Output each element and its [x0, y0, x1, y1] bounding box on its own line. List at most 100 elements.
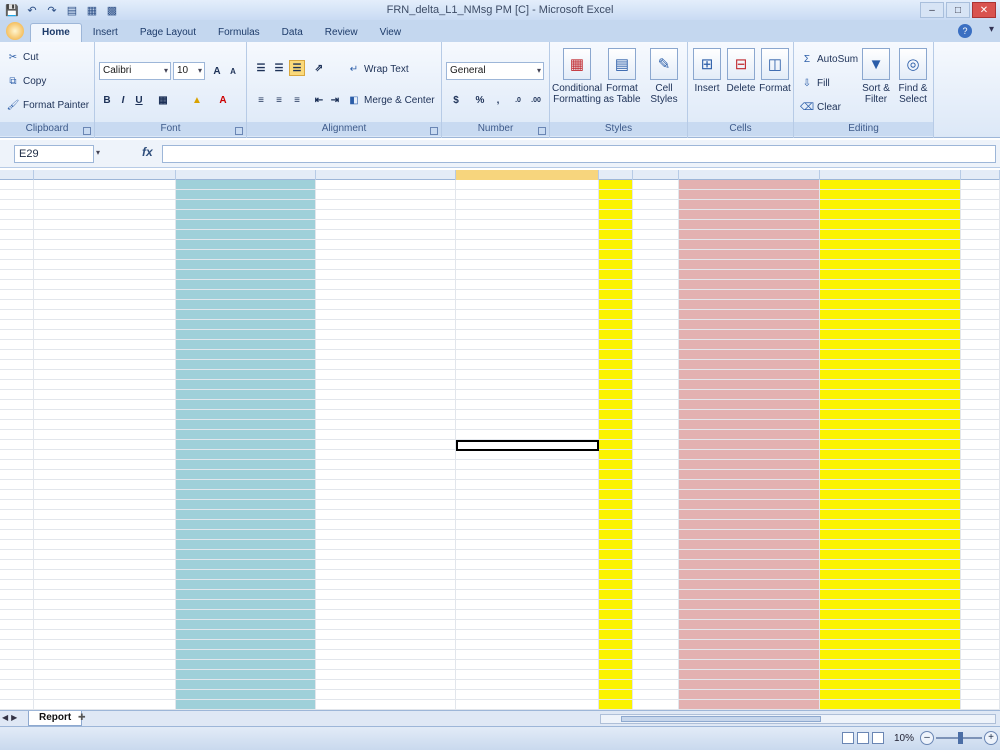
grid-cell[interactable] [961, 470, 1000, 480]
grid-cell[interactable] [456, 680, 599, 690]
grid-cell[interactable] [679, 210, 820, 220]
grid-cell[interactable] [961, 640, 1000, 650]
grid-cell[interactable] [316, 440, 456, 450]
formula-input[interactable] [162, 145, 996, 163]
grid-cell[interactable] [34, 650, 176, 660]
grid-cell[interactable] [820, 630, 961, 640]
grid-cell[interactable] [456, 340, 599, 350]
grid-cell[interactable] [176, 400, 316, 410]
grid-cell[interactable] [961, 200, 1000, 210]
grid-cell[interactable] [456, 620, 599, 630]
grid-cell[interactable] [820, 410, 961, 420]
grid-cell[interactable] [456, 640, 599, 650]
grid-cell[interactable] [176, 330, 316, 340]
grid-cell[interactable] [0, 450, 34, 460]
grid-cell[interactable] [961, 580, 1000, 590]
align-center-icon[interactable]: ≡ [271, 92, 287, 108]
grid-cell[interactable] [679, 510, 820, 520]
fill-color-icon[interactable]: ▲ [189, 92, 205, 108]
grid-cell[interactable] [0, 660, 34, 670]
grid-cell[interactable] [456, 580, 599, 590]
grid-cell[interactable] [633, 310, 679, 320]
grid-cell[interactable] [176, 520, 316, 530]
grow-font-icon[interactable]: A [209, 63, 225, 79]
grid-cell[interactable] [456, 500, 599, 510]
shrink-font-icon[interactable]: A [225, 63, 241, 79]
grid-cell[interactable] [34, 360, 176, 370]
grid-cell[interactable] [961, 270, 1000, 280]
grid-cell[interactable] [633, 280, 679, 290]
column-header[interactable] [0, 170, 34, 180]
grid-cell[interactable] [34, 330, 176, 340]
grid-cell[interactable] [316, 180, 456, 190]
grid-cell[interactable] [34, 420, 176, 430]
grid-cell[interactable] [316, 360, 456, 370]
number-format-select[interactable]: General ▾ [446, 62, 544, 80]
clear-button[interactable]: ⌫ Clear [800, 100, 841, 114]
sheet-tab-report[interactable]: Report [28, 711, 83, 726]
grid-cell[interactable] [176, 230, 316, 240]
grid-cell[interactable] [633, 270, 679, 280]
grid-cell[interactable] [599, 180, 633, 190]
grid-cell[interactable] [456, 200, 599, 210]
grid-cell[interactable] [316, 380, 456, 390]
grid-cell[interactable] [176, 580, 316, 590]
grid-cell[interactable] [599, 400, 633, 410]
grid-cell[interactable] [316, 550, 456, 560]
grid-cell[interactable] [176, 180, 316, 190]
grid-cell[interactable] [599, 220, 633, 230]
grid-cell[interactable] [633, 510, 679, 520]
grid-cell[interactable] [599, 660, 633, 670]
grid-cell[interactable] [176, 570, 316, 580]
grid-cell[interactable] [961, 540, 1000, 550]
grid-cell[interactable] [316, 370, 456, 380]
grid-cell[interactable] [820, 300, 961, 310]
grid-cell[interactable] [0, 560, 34, 570]
grid-cell[interactable] [176, 620, 316, 630]
grid-cell[interactable] [633, 370, 679, 380]
grid-cell[interactable] [599, 190, 633, 200]
grid-cell[interactable] [961, 690, 1000, 700]
grid-cell[interactable] [599, 490, 633, 500]
grid-cell[interactable] [633, 260, 679, 270]
grid-cell[interactable] [599, 630, 633, 640]
next-sheet-icon[interactable]: ▶ [11, 713, 17, 722]
grid-cell[interactable] [176, 690, 316, 700]
grid-cell[interactable] [34, 500, 176, 510]
grid-cell[interactable] [961, 670, 1000, 680]
column-header[interactable] [633, 170, 679, 180]
grid-cell[interactable] [633, 420, 679, 430]
grid-cell[interactable] [679, 690, 820, 700]
grid-cell[interactable] [316, 460, 456, 470]
align-left-icon[interactable]: ≡ [253, 92, 269, 108]
grid-cell[interactable] [34, 370, 176, 380]
grid-cell[interactable] [633, 660, 679, 670]
grid-cell[interactable] [176, 460, 316, 470]
grid-cell[interactable] [176, 540, 316, 550]
grid-cell[interactable] [633, 700, 679, 710]
close-icon[interactable]: ✕ [972, 2, 996, 18]
grid-cell[interactable] [679, 180, 820, 190]
grid-cell[interactable] [0, 240, 34, 250]
grid-cell[interactable] [456, 600, 599, 610]
grid-cell[interactable] [633, 460, 679, 470]
grid-cell[interactable] [316, 320, 456, 330]
grid-cell[interactable] [0, 470, 34, 480]
grid-cell[interactable] [316, 270, 456, 280]
grid-cell[interactable] [633, 390, 679, 400]
grid-cell[interactable] [633, 320, 679, 330]
grid-cell[interactable] [820, 530, 961, 540]
grid-cell[interactable] [456, 280, 599, 290]
grid-cell[interactable] [456, 350, 599, 360]
grid-cell[interactable] [633, 480, 679, 490]
grid-cell[interactable] [316, 610, 456, 620]
grid-cell[interactable] [176, 600, 316, 610]
grid-cell[interactable] [633, 250, 679, 260]
grid-cell[interactable] [679, 370, 820, 380]
grid-cell[interactable] [456, 390, 599, 400]
grid-cell[interactable] [961, 310, 1000, 320]
grid-cell[interactable] [34, 230, 176, 240]
tab-formulas[interactable]: Formulas [207, 24, 271, 42]
cell-styles-button[interactable]: ✎ Cell Styles [644, 48, 684, 105]
grid-cell[interactable] [0, 440, 34, 450]
